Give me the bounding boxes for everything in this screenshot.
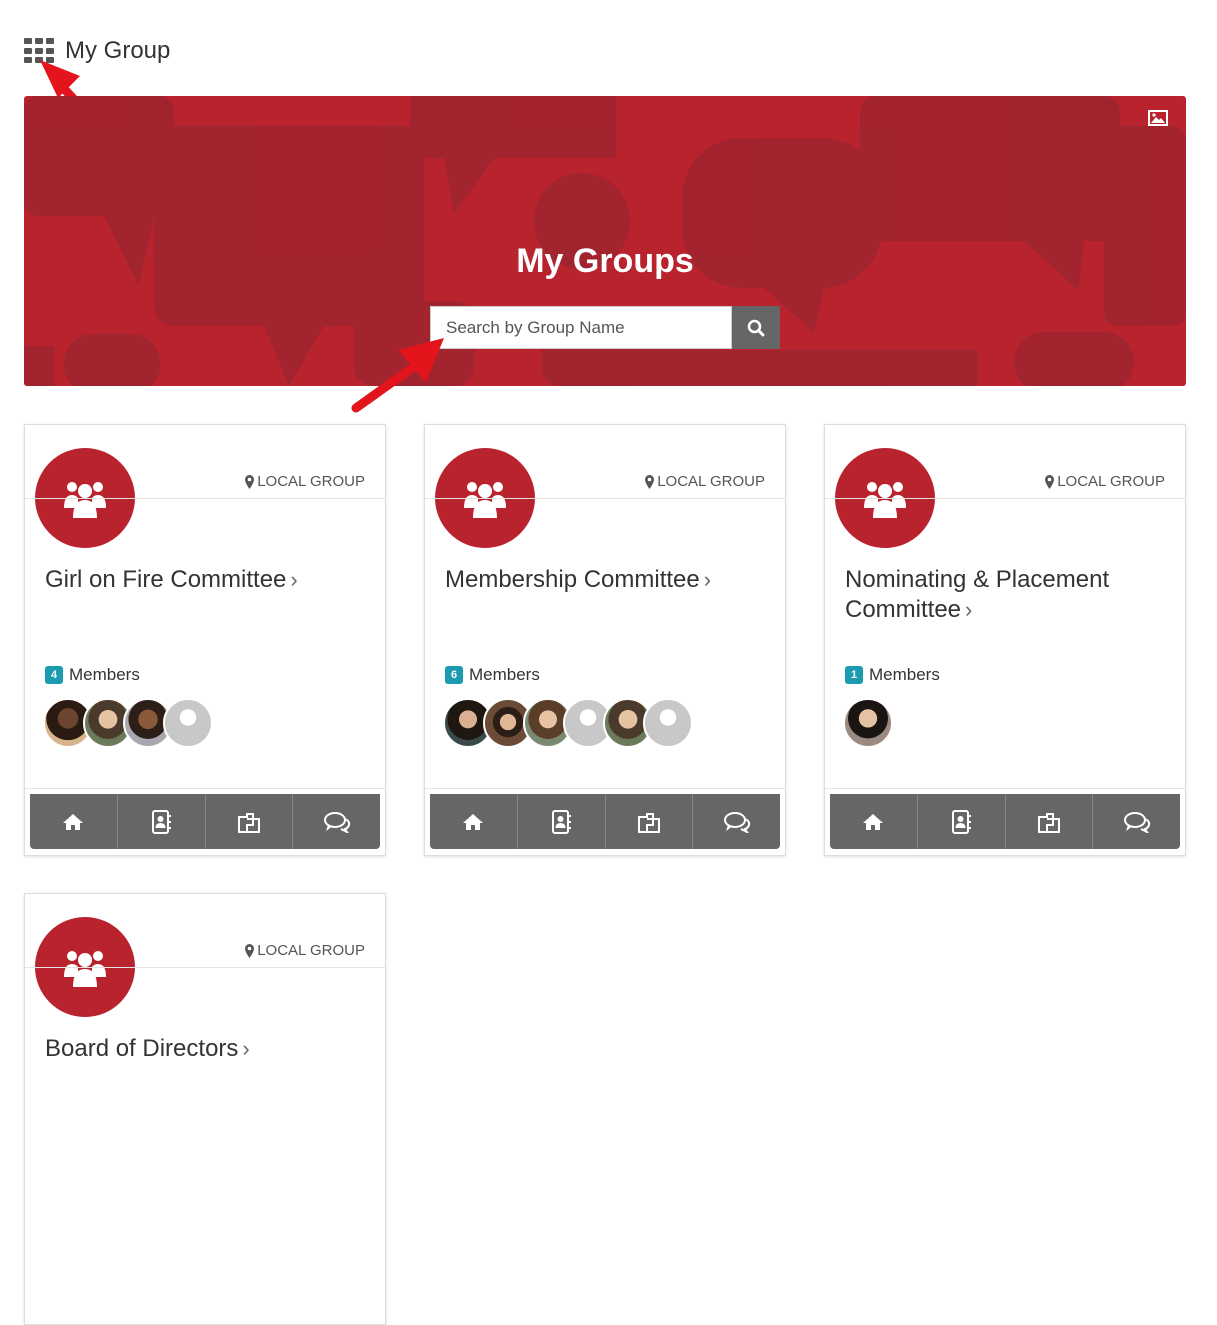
avatar[interactable] bbox=[163, 698, 213, 748]
documents-icon bbox=[1037, 812, 1060, 833]
group-type: LOCAL GROUP bbox=[1045, 473, 1165, 490]
discussion-button[interactable] bbox=[293, 794, 380, 849]
map-marker-icon bbox=[645, 474, 655, 489]
avatar[interactable] bbox=[643, 698, 693, 748]
members-label: Members bbox=[869, 665, 940, 684]
group-type-label: LOCAL GROUP bbox=[657, 473, 765, 490]
discussion-icon bbox=[723, 811, 750, 833]
group-type: LOCAL GROUP bbox=[245, 942, 365, 959]
divider bbox=[25, 967, 385, 968]
documents-button[interactable] bbox=[1006, 794, 1094, 849]
directory-button[interactable] bbox=[518, 794, 606, 849]
group-type: LOCAL GROUP bbox=[245, 473, 365, 490]
documents-icon bbox=[237, 812, 260, 833]
map-marker-icon bbox=[245, 474, 255, 489]
members-count: 4 Members bbox=[45, 665, 140, 685]
group-search bbox=[430, 306, 780, 349]
map-marker-icon bbox=[245, 943, 255, 958]
divider bbox=[825, 788, 1185, 789]
members-count: 1 Members bbox=[845, 665, 940, 685]
card-action-bar bbox=[430, 794, 780, 849]
member-count-badge: 1 bbox=[845, 666, 863, 684]
divider bbox=[425, 788, 785, 789]
map-marker-icon bbox=[1045, 474, 1055, 489]
home-button[interactable] bbox=[830, 794, 918, 849]
discussion-button[interactable] bbox=[693, 794, 780, 849]
group-type-label: LOCAL GROUP bbox=[257, 942, 365, 959]
documents-button[interactable] bbox=[606, 794, 694, 849]
directory-icon bbox=[952, 809, 972, 834]
directory-button[interactable] bbox=[118, 794, 206, 849]
group-type: LOCAL GROUP bbox=[645, 473, 765, 490]
divider bbox=[25, 788, 385, 789]
divider bbox=[425, 498, 785, 499]
group-name-link[interactable]: Nominating & Placement Committee › bbox=[845, 565, 1165, 625]
chevron-right-icon: › bbox=[965, 597, 973, 622]
card-action-bar bbox=[830, 794, 1180, 849]
divider bbox=[825, 498, 1185, 499]
group-type-label: LOCAL GROUP bbox=[1057, 473, 1165, 490]
home-button[interactable] bbox=[430, 794, 518, 849]
discussion-button[interactable] bbox=[1093, 794, 1180, 849]
group-name[interactable]: Board of Directors bbox=[45, 1035, 238, 1062]
banner-title: My Groups bbox=[516, 242, 694, 280]
members-label: Members bbox=[69, 665, 140, 684]
group-name-link[interactable]: Membership Committee › bbox=[445, 565, 765, 595]
member-avatars bbox=[843, 698, 893, 748]
members-count: 6 Members bbox=[445, 665, 540, 685]
card-action-bar bbox=[30, 794, 380, 849]
home-icon bbox=[463, 813, 484, 830]
documents-button[interactable] bbox=[206, 794, 294, 849]
member-avatars bbox=[43, 698, 213, 748]
directory-icon bbox=[552, 809, 572, 834]
directory-button[interactable] bbox=[918, 794, 1006, 849]
groups-banner: My Groups bbox=[24, 96, 1186, 386]
home-icon bbox=[863, 813, 884, 830]
discussion-icon bbox=[323, 811, 350, 833]
group-name-link[interactable]: Board of Directors › bbox=[45, 1034, 365, 1064]
search-input[interactable] bbox=[430, 306, 732, 349]
avatar[interactable] bbox=[843, 698, 893, 748]
search-button[interactable] bbox=[732, 306, 780, 349]
image-icon[interactable] bbox=[1148, 110, 1168, 126]
divider bbox=[25, 498, 385, 499]
chevron-right-icon: › bbox=[290, 567, 298, 592]
chevron-right-icon: › bbox=[703, 567, 712, 592]
home-icon bbox=[63, 813, 84, 830]
member-count-badge: 6 bbox=[445, 666, 463, 684]
member-count-badge: 4 bbox=[45, 666, 63, 684]
annotation-arrow-icon bbox=[351, 338, 444, 413]
group-card: LOCAL GROUP Girl on Fire Committee › 4 Me… bbox=[24, 424, 386, 856]
group-type-label: LOCAL GROUP bbox=[257, 473, 365, 490]
group-card: LOCAL GROUP Nominating & Placement Commi… bbox=[824, 424, 1186, 856]
members-label: Members bbox=[469, 665, 540, 684]
group-name[interactable]: Girl on Fire Committee bbox=[45, 566, 286, 593]
chevron-right-icon: › bbox=[242, 1036, 250, 1061]
group-name[interactable]: Membership Committee bbox=[445, 566, 700, 593]
home-button[interactable] bbox=[30, 794, 118, 849]
search-icon bbox=[747, 319, 765, 336]
group-name-link[interactable]: Girl on Fire Committee › bbox=[45, 565, 365, 595]
documents-icon bbox=[637, 812, 660, 833]
group-card: LOCAL GROUP Board of Directors › bbox=[24, 893, 386, 1325]
discussion-icon bbox=[1123, 811, 1150, 833]
member-avatars bbox=[443, 698, 693, 748]
group-name[interactable]: Nominating & Placement Committee bbox=[845, 566, 1109, 623]
group-card: LOCAL GROUP Membership Committee › 6 Memb… bbox=[424, 424, 786, 856]
directory-icon bbox=[152, 809, 172, 834]
